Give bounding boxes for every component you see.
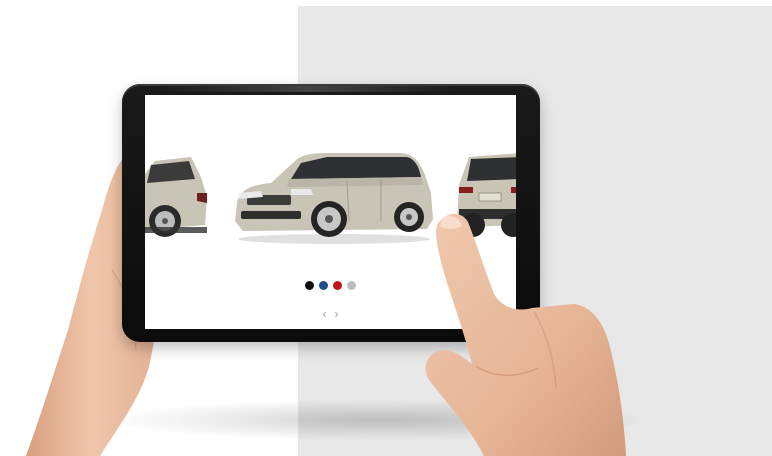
car-left-view[interactable] [145, 147, 219, 245]
color-swatch-black[interactable] [305, 281, 314, 290]
color-swatch-silver[interactable] [347, 281, 356, 290]
car-front-view[interactable] [231, 149, 437, 245]
right-hand-pointing [425, 213, 626, 456]
chevron-left-icon[interactable]: ‹ [323, 307, 327, 321]
chevron-right-icon[interactable]: › [335, 307, 339, 321]
color-swatch-red[interactable] [333, 281, 342, 290]
color-swatch-blue[interactable] [319, 281, 328, 290]
tablet-glare [160, 86, 460, 92]
